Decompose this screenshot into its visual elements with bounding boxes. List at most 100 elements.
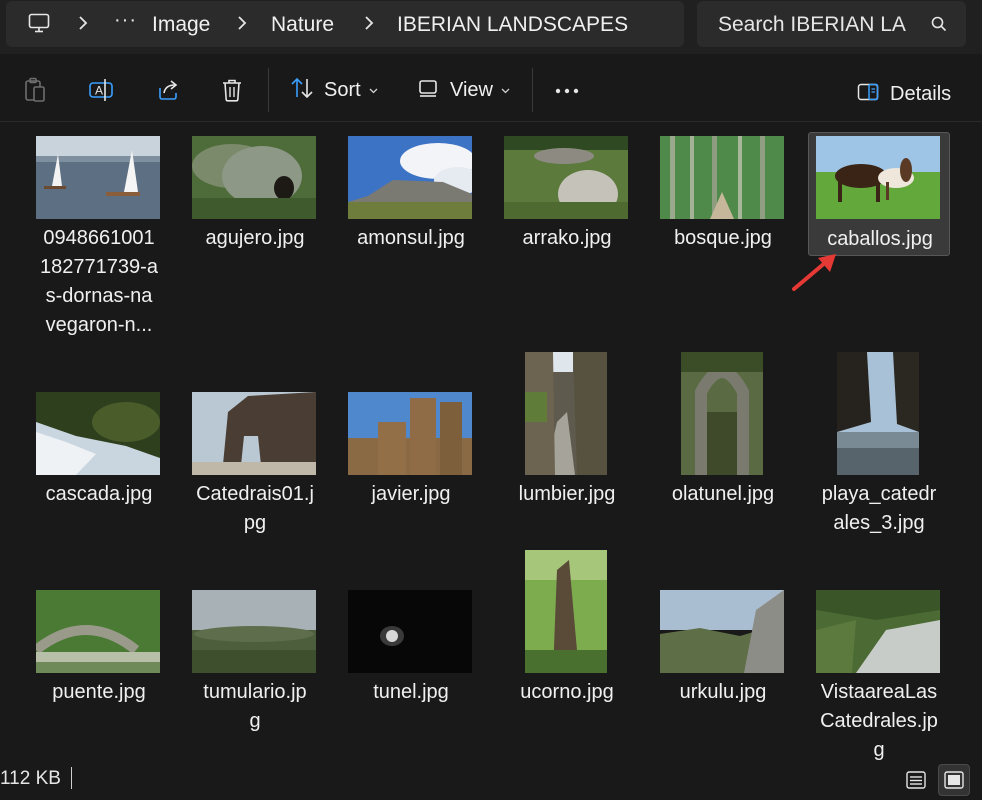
thumbnail-image xyxy=(192,136,316,219)
status-bar: 112 KB xyxy=(0,762,982,800)
sort-icon xyxy=(290,76,314,105)
file-name-line: ales_3.jpg xyxy=(833,512,925,534)
thumbnail-image xyxy=(192,590,316,673)
file-name-line: Catedrais01.j xyxy=(196,483,314,505)
file-grid: 0948661001 182771739-a s-dornas-na vegar… xyxy=(0,122,982,762)
file-name-line: olatunel.jpg xyxy=(671,483,775,505)
file-name: urkulu.jpg xyxy=(652,678,794,707)
file-item[interactable]: ucorno.jpg xyxy=(496,546,638,716)
chevron-right-icon[interactable] xyxy=(235,14,249,32)
breadcrumb-image[interactable]: Image xyxy=(152,13,210,37)
file-name: Catedrais01.j pg xyxy=(184,480,326,538)
view-button[interactable]: View xyxy=(418,76,510,104)
search-icon[interactable] xyxy=(931,16,947,37)
thumbnail-image xyxy=(348,136,472,219)
file-item[interactable]: arrako.jpg xyxy=(496,132,638,262)
file-item-selected[interactable]: caballos.jpg xyxy=(808,132,950,256)
search-input[interactable]: Search IBERIAN LA xyxy=(697,1,966,47)
file-name: ucorno.jpg xyxy=(496,678,638,707)
thumbnail-image xyxy=(525,352,607,475)
file-name-line: amonsul.jpg xyxy=(357,227,465,249)
thumbnail-image xyxy=(681,352,763,475)
file-item[interactable]: agujero.jpg xyxy=(184,132,326,262)
file-name: tunel.jpg xyxy=(340,678,482,707)
file-item[interactable]: bosque.jpg xyxy=(652,132,794,262)
file-name: arrako.jpg xyxy=(496,224,638,253)
file-item[interactable]: puente.jpg xyxy=(28,586,170,716)
clipboard-icon[interactable] xyxy=(24,76,46,104)
monitor-icon[interactable] xyxy=(28,13,50,38)
file-name: javier.jpg xyxy=(340,480,482,509)
trash-icon[interactable] xyxy=(221,76,243,104)
file-item[interactable]: urkulu.jpg xyxy=(652,586,794,716)
file-name-line: s-dornas-na xyxy=(45,285,153,307)
search-placeholder: Search IBERIAN LA xyxy=(718,13,906,36)
file-name-line: bosque.jpg xyxy=(674,227,772,249)
file-name-line: Catedrales.jp xyxy=(820,710,938,732)
breadcrumb-nature[interactable]: Nature xyxy=(271,13,334,37)
file-name: VistaareaLas Catedrales.jp g xyxy=(808,678,950,765)
file-name: caballos.jpg xyxy=(809,225,951,254)
file-name: olatunel.jpg xyxy=(652,480,794,509)
file-name-line: pg xyxy=(243,512,267,534)
file-name-line: g xyxy=(249,710,261,732)
red-arrow-icon xyxy=(788,252,838,299)
file-item[interactable]: olatunel.jpg xyxy=(652,348,794,518)
file-name-line: javier.jpg xyxy=(371,483,451,505)
file-item[interactable]: lumbier.jpg xyxy=(496,348,638,518)
file-name-line: lumbier.jpg xyxy=(518,483,616,505)
file-item[interactable]: playa_catedr ales_3.jpg xyxy=(808,348,950,548)
rename-icon[interactable]: A xyxy=(88,76,114,104)
status-divider xyxy=(71,767,72,789)
file-item[interactable]: tumulario.jp g xyxy=(184,586,326,746)
file-name-line: puente.jpg xyxy=(52,681,146,703)
tile-view-icon[interactable] xyxy=(938,764,970,796)
breadcrumb-iberian-landscapes[interactable]: IBERIAN LANDSCAPES xyxy=(397,13,628,37)
file-item[interactable]: javier.jpg xyxy=(340,388,482,518)
file-item[interactable]: VistaareaLas Catedrales.jp g xyxy=(808,586,950,762)
chevron-right-icon[interactable] xyxy=(76,14,90,32)
share-icon[interactable] xyxy=(156,76,180,104)
thumbnail-image xyxy=(36,392,160,475)
file-name-line: tumulario.jp xyxy=(203,681,307,703)
file-name: cascada.jpg xyxy=(28,480,170,509)
selection-size: 112 KB xyxy=(0,768,61,789)
address-bar[interactable]: ··· Image Nature IBERIAN LANDSCAPES xyxy=(6,1,684,47)
file-name: puente.jpg xyxy=(28,678,170,707)
chevron-down-icon xyxy=(369,81,378,99)
thumbnail-image xyxy=(816,136,940,219)
thumbnail-image xyxy=(837,352,919,475)
file-item[interactable]: cascada.jpg xyxy=(28,388,170,518)
file-name: tumulario.jp g xyxy=(184,678,326,736)
details-pane-icon xyxy=(857,83,879,106)
chevron-right-icon[interactable] xyxy=(362,14,376,32)
file-name-line: arrako.jpg xyxy=(522,227,612,249)
file-item[interactable]: amonsul.jpg xyxy=(340,132,482,262)
file-name-line: caballos.jpg xyxy=(827,228,933,250)
svg-text:A: A xyxy=(95,84,103,98)
file-item[interactable]: tunel.jpg xyxy=(340,586,482,716)
details-label: Details xyxy=(890,82,952,105)
details-button[interactable]: Details xyxy=(857,80,951,108)
thumbnail-image xyxy=(36,136,160,219)
sort-button[interactable]: Sort xyxy=(290,76,378,104)
thumbnail-image xyxy=(525,550,607,673)
toolbar-divider xyxy=(268,68,269,112)
file-name: lumbier.jpg xyxy=(496,480,638,509)
file-item[interactable]: Catedrais01.j pg xyxy=(184,388,326,548)
file-name-line: cascada.jpg xyxy=(45,483,153,505)
see-more-button[interactable] xyxy=(555,76,579,104)
file-name-line: vegaron-n... xyxy=(45,314,153,336)
list-view-icon[interactable] xyxy=(900,764,932,796)
file-name-line: tunel.jpg xyxy=(373,681,449,703)
file-name: bosque.jpg xyxy=(652,224,794,253)
file-name: amonsul.jpg xyxy=(340,224,482,253)
file-name-line: VistaareaLas xyxy=(820,681,938,703)
thumbnail-image xyxy=(660,136,784,219)
ellipsis-icon[interactable]: ··· xyxy=(114,9,137,32)
file-item[interactable]: 0948661001 182771739-a s-dornas-na vegar… xyxy=(28,132,170,352)
file-name-line: playa_catedr xyxy=(821,483,937,505)
view-icon xyxy=(418,78,440,103)
thumbnail-image xyxy=(660,590,784,673)
file-name: 0948661001 182771739-a s-dornas-na vegar… xyxy=(28,224,170,340)
